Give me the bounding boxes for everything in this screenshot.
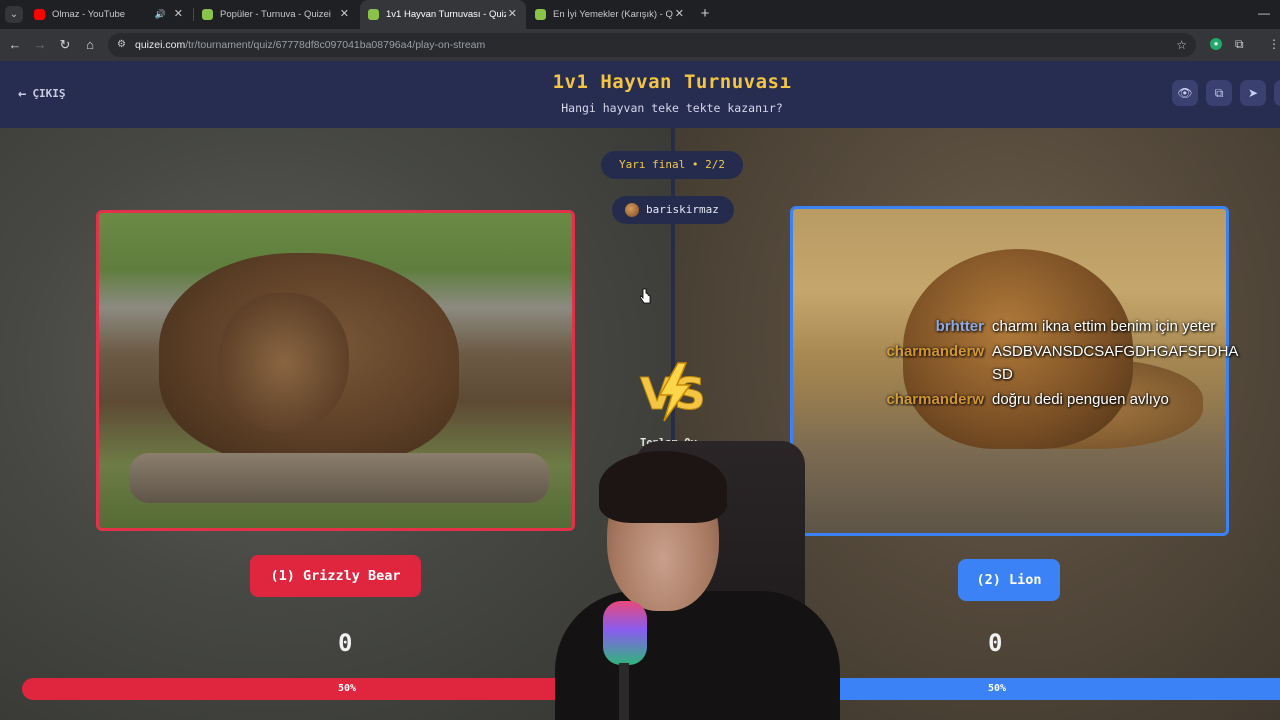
webcam-overlay	[555, 441, 845, 720]
vote-button-grizzly-bear[interactable]: (1) Grizzly Bear	[250, 555, 421, 597]
option-card-grizzly-bear[interactable]	[96, 210, 575, 531]
close-icon[interactable]: ✕	[508, 0, 517, 29]
extension-icon[interactable]: ●	[1210, 38, 1222, 50]
back-arrow-icon[interactable]: ←	[5, 29, 25, 61]
page-subtitle: Hangi hayvan teke tekte kazanır?	[561, 101, 783, 115]
forward-arrow-icon[interactable]: →	[30, 29, 50, 61]
url-text: quizei.com/tr/tournament/quiz/67778df8c0…	[135, 39, 486, 51]
external-link-icon[interactable]: ⧉	[1206, 80, 1232, 106]
address-bar[interactable]: ⚙ quizei.com/tr/tournament/quiz/67778df8…	[108, 33, 1196, 57]
site-info-icon[interactable]: ⚙	[117, 33, 126, 57]
tab-populer[interactable]: Popüler - Turnuva - Quizei ✕	[194, 0, 358, 29]
round-badge: Yarı final • 2/2	[601, 151, 743, 179]
score-right: 0	[988, 629, 1003, 657]
tab-title: Popüler - Turnuva - Quizei	[220, 9, 331, 20]
menu-kebab-icon[interactable]: ⋮	[1268, 29, 1280, 61]
user-badge: bariskirmaz	[612, 196, 734, 224]
browser-toolbar: ← → ↻ ⌂ ⚙ quizei.com/tr/tournament/quiz/…	[0, 29, 1280, 61]
streamer-hair-shape	[599, 451, 727, 523]
minimize-icon[interactable]: —	[1258, 0, 1270, 27]
lion-photo-shape	[903, 249, 1133, 449]
speaker-icon[interactable]: 🔊	[155, 0, 166, 29]
username: bariskirmaz	[646, 203, 719, 216]
bookmark-star-icon[interactable]: ☆	[1176, 33, 1187, 57]
send-icon[interactable]: ➤	[1240, 80, 1266, 106]
streamer-torso-shape	[555, 591, 840, 720]
microphone-icon	[603, 601, 647, 665]
tab-search-chevron-icon[interactable]: ⌄	[5, 6, 23, 23]
tab-en-iyi-yemekler[interactable]: En İyi Yemekler (Karışık) - Quizei ✕	[527, 0, 693, 29]
quizei-favicon-icon	[368, 9, 379, 20]
tab-title: En İyi Yemekler (Karışık) - Quizei	[553, 9, 673, 20]
avatar	[625, 203, 639, 217]
score-left: 0	[338, 629, 353, 657]
page: ← ÇIKIŞ 1v1 Hayvan Turnuvası Hangi hayvan…	[0, 61, 1280, 720]
log-shape	[129, 453, 549, 503]
percent-right: 50%	[987, 683, 1007, 694]
reload-icon[interactable]: ↻	[55, 29, 75, 61]
close-icon[interactable]: ✕	[340, 0, 349, 29]
bear-head-shape	[219, 293, 349, 433]
new-tab-plus-icon[interactable]: +	[697, 0, 713, 29]
eye-icon[interactable]: 👁	[1172, 80, 1198, 106]
cursor-hand-icon	[640, 288, 651, 304]
extensions-puzzle-icon[interactable]: ⧉	[1235, 29, 1244, 61]
page-header: ← ÇIKIŞ 1v1 Hayvan Turnuvası Hangi hayvan…	[0, 61, 1280, 128]
youtube-favicon-icon	[34, 9, 45, 20]
more-header-button[interactable]	[1274, 80, 1280, 106]
tab-title: 1v1 Hayvan Turnuvası - Quizei	[386, 9, 506, 20]
quizei-favicon-icon	[202, 9, 213, 20]
close-icon[interactable]: ✕	[174, 0, 183, 29]
quizei-favicon-icon	[535, 9, 546, 20]
tab-strip: ⌄ Olmaz - YouTube 🔊 ✕ Popüler - Turnuva …	[0, 0, 1280, 29]
tab-youtube[interactable]: Olmaz - YouTube 🔊 ✕	[26, 0, 192, 29]
mic-arm-shape	[619, 663, 629, 720]
percent-left: 50%	[337, 683, 357, 694]
tab-hayvan-turnuvasi[interactable]: 1v1 Hayvan Turnuvası - Quizei ✕	[360, 0, 526, 29]
home-icon[interactable]: ⌂	[80, 29, 100, 61]
close-icon[interactable]: ✕	[675, 0, 684, 29]
vote-button-lion[interactable]: (2) Lion	[958, 559, 1060, 601]
page-title: 1v1 Hayvan Turnuvası	[552, 71, 792, 93]
vs-lightning-icon: VS	[640, 362, 706, 422]
option-card-lion[interactable]	[790, 206, 1229, 536]
